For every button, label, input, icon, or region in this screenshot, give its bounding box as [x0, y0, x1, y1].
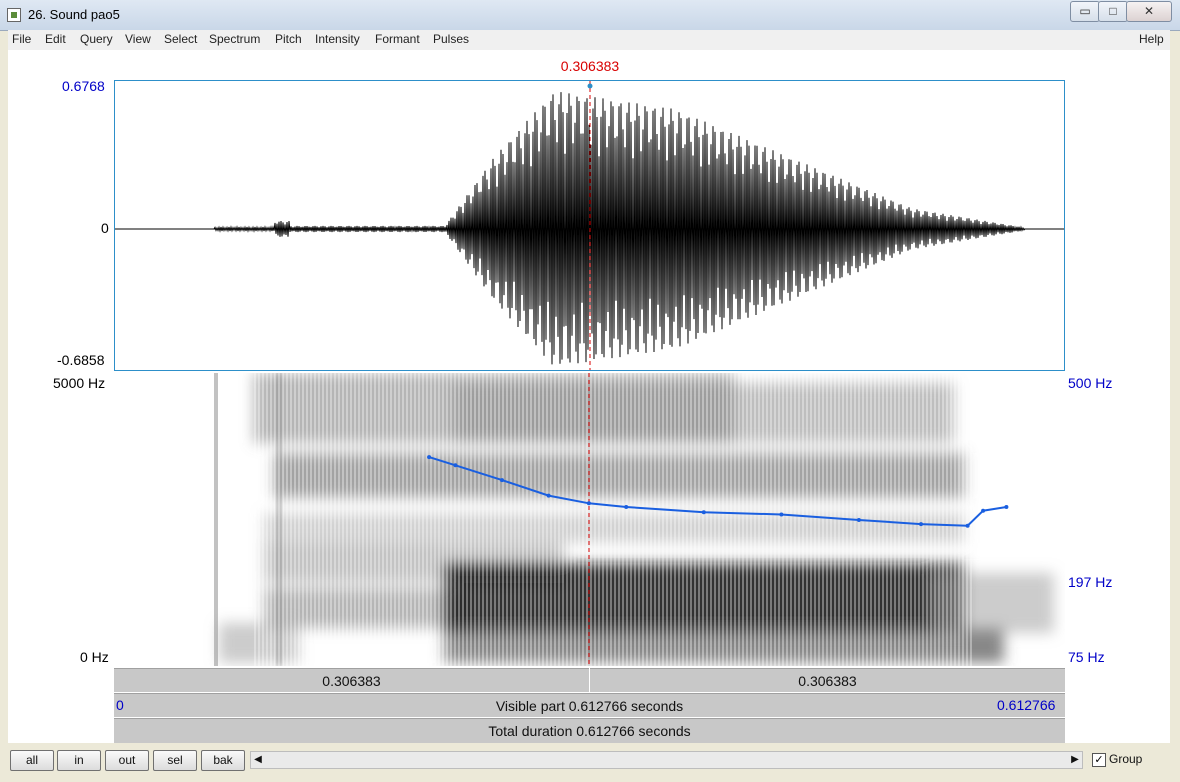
- waveform-zero-label: 0: [101, 220, 109, 236]
- menu-help[interactable]: Help: [1139, 32, 1164, 46]
- waveform-plot: [115, 81, 1064, 370]
- menu-pulses[interactable]: Pulses: [433, 32, 469, 46]
- spectrogram-min-freq-label: 0 Hz: [80, 649, 109, 665]
- zoom-out-button[interactable]: out: [105, 750, 149, 771]
- pitch-min-label: 75 Hz: [1068, 649, 1105, 665]
- pitch-point: [779, 512, 784, 517]
- menu-formant[interactable]: Formant: [375, 32, 420, 46]
- waveform-min-label: -0.6858: [57, 352, 105, 368]
- window-title: 26. Sound pao5: [28, 7, 120, 22]
- scroll-right-icon[interactable]: ▶: [1068, 751, 1082, 769]
- pitch-point: [701, 510, 706, 515]
- zoom-in-button[interactable]: in: [57, 750, 101, 771]
- pitch-point: [965, 523, 970, 528]
- zoom-selection-button[interactable]: sel: [153, 750, 197, 771]
- menu-query[interactable]: Query: [80, 32, 113, 46]
- pitch-point: [586, 501, 591, 506]
- menu-view[interactable]: View: [125, 32, 151, 46]
- pitch-point: [919, 522, 923, 527]
- pitch-point: [453, 463, 458, 468]
- segment-bar-right[interactable]: 0.306383: [590, 668, 1065, 692]
- cursor-time-label: 0.306383: [560, 58, 620, 74]
- scroll-left-icon[interactable]: ◀: [251, 751, 265, 769]
- segment-bar-left[interactable]: 0.306383: [114, 668, 589, 692]
- waveform-max-label: 0.6768: [62, 78, 105, 94]
- waveform-panel[interactable]: [114, 80, 1065, 371]
- cursor-marker: [587, 83, 593, 89]
- menu-select[interactable]: Select: [164, 32, 197, 46]
- app-icon: [7, 8, 21, 22]
- segment-right-duration: 0.306383: [798, 673, 857, 689]
- total-duration-label: Total duration 0.612766 seconds: [488, 723, 691, 739]
- pitch-point: [624, 505, 629, 509]
- horizontal-scrollbar[interactable]: [250, 751, 1083, 769]
- pitch-point: [500, 478, 504, 483]
- spectrogram-max-freq-label: 5000 Hz: [53, 375, 106, 391]
- group-checkbox[interactable]: ✓: [1092, 753, 1106, 767]
- waveform-trace: [115, 92, 1063, 365]
- total-duration-bar[interactable]: Total duration 0.612766 seconds: [114, 718, 1065, 743]
- group-label: Group: [1109, 752, 1143, 766]
- menu-spectrum[interactable]: Spectrum: [209, 32, 260, 46]
- segment-left-duration: 0.306383: [322, 673, 381, 689]
- spectrogram-panel[interactable]: [114, 373, 1065, 666]
- pitch-point: [981, 508, 986, 513]
- minimize-button[interactable]: ▭: [1070, 1, 1100, 22]
- spectrogram-onset-line: [214, 373, 218, 666]
- visible-part-label: Visible part 0.612766 seconds: [495, 698, 684, 714]
- menu-edit[interactable]: Edit: [45, 32, 66, 46]
- pitch-point: [856, 518, 861, 522]
- pitch-point: [427, 455, 432, 460]
- pitch-max-label: 500 Hz: [1068, 375, 1113, 391]
- visible-part-bar[interactable]: Visible part 0.612766 seconds: [114, 693, 1065, 717]
- zoom-back-button[interactable]: bak: [201, 750, 245, 771]
- pitch-point: [1004, 505, 1009, 509]
- spectrogram-plot: [214, 373, 1054, 666]
- menu-pitch[interactable]: Pitch: [275, 32, 302, 46]
- zoom-all-button[interactable]: all: [10, 750, 54, 771]
- visible-start-label: 0: [116, 697, 124, 713]
- maximize-button[interactable]: □: [1098, 1, 1128, 22]
- visible-end-label: 0.612766: [997, 697, 1056, 713]
- pitch-mid-label: 197 Hz: [1068, 574, 1113, 590]
- close-button[interactable]: ✕: [1126, 1, 1172, 22]
- menu-file[interactable]: File: [12, 32, 31, 46]
- menu-intensity[interactable]: Intensity: [315, 32, 360, 46]
- pitch-point: [546, 493, 551, 498]
- title-bar: [0, 0, 1180, 31]
